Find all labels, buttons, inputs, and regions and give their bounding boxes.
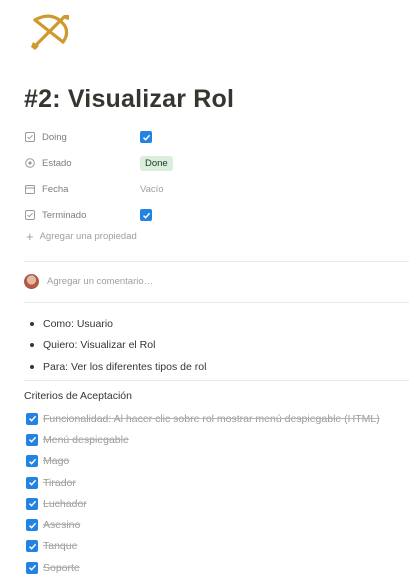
todo-checkbox[interactable]: [26, 476, 38, 489]
checkbox-property-icon: [24, 131, 36, 143]
add-property-button[interactable]: + Agregar una propiedad: [26, 228, 137, 244]
comment-input[interactable]: Agregar un comentario…: [24, 274, 153, 289]
divider: [24, 302, 409, 303]
property-name[interactable]: Fecha: [24, 183, 140, 195]
todo-checkbox[interactable]: [26, 519, 38, 532]
doing-checkbox[interactable]: [140, 131, 152, 143]
criteria-todo-list: Funcionalidad: Al hacer clic sobre rol m…: [26, 408, 380, 577]
list-item[interactable]: Para: Ver los diferentes tipos de rol: [30, 356, 206, 378]
terminado-checkbox[interactable]: [140, 209, 152, 221]
status-property-icon: [24, 157, 36, 169]
todo-item[interactable]: Luchador: [26, 493, 380, 514]
property-estado[interactable]: Estado Done: [24, 152, 394, 174]
list-item[interactable]: Quiero: Visualizar el Rol: [30, 335, 206, 357]
date-value[interactable]: Vacío: [140, 184, 164, 195]
divider: [24, 380, 409, 381]
property-name[interactable]: Doing: [24, 131, 140, 143]
todo-checkbox[interactable]: [26, 561, 38, 574]
page-title[interactable]: #2: Visualizar Rol: [24, 85, 234, 114]
todo-item[interactable]: Mago: [26, 451, 380, 472]
todo-item[interactable]: Soporte: [26, 557, 380, 577]
plus-icon: +: [26, 228, 34, 244]
todo-item[interactable]: Funcionalidad: Al hacer clic sobre rol m…: [26, 408, 380, 429]
todo-checkbox[interactable]: [26, 455, 38, 468]
bullet-icon: [30, 343, 34, 348]
todo-item[interactable]: Asesino: [26, 514, 380, 535]
property-fecha[interactable]: Fecha Vacío: [24, 178, 394, 200]
todo-item[interactable]: Menú despiegable: [26, 429, 380, 450]
calendar-icon: [24, 183, 36, 195]
todo-checkbox[interactable]: [26, 412, 38, 425]
todo-checkbox[interactable]: [26, 433, 38, 446]
bullet-icon: [30, 364, 34, 369]
property-terminado[interactable]: Terminado: [24, 204, 394, 226]
property-doing[interactable]: Doing: [24, 126, 394, 148]
list-item[interactable]: Como: Usuario: [30, 313, 206, 335]
property-name[interactable]: Terminado: [24, 209, 140, 221]
property-name[interactable]: Estado: [24, 157, 140, 169]
story-bullet-list: Como: Usuario Quiero: Visualizar el Rol …: [30, 313, 206, 378]
todo-checkbox[interactable]: [26, 540, 38, 553]
status-badge[interactable]: Done: [140, 155, 173, 171]
bullet-icon: [30, 321, 34, 326]
todo-checkbox[interactable]: [26, 497, 38, 510]
criteria-heading[interactable]: Criterios de Aceptación: [24, 390, 132, 402]
todo-item[interactable]: Tanque: [26, 536, 380, 557]
bow-and-arrow-icon[interactable]: [27, 12, 73, 52]
divider: [24, 261, 409, 262]
checkbox-property-icon: [24, 209, 36, 221]
todo-item[interactable]: Tirador: [26, 472, 380, 493]
avatar: [24, 274, 39, 289]
